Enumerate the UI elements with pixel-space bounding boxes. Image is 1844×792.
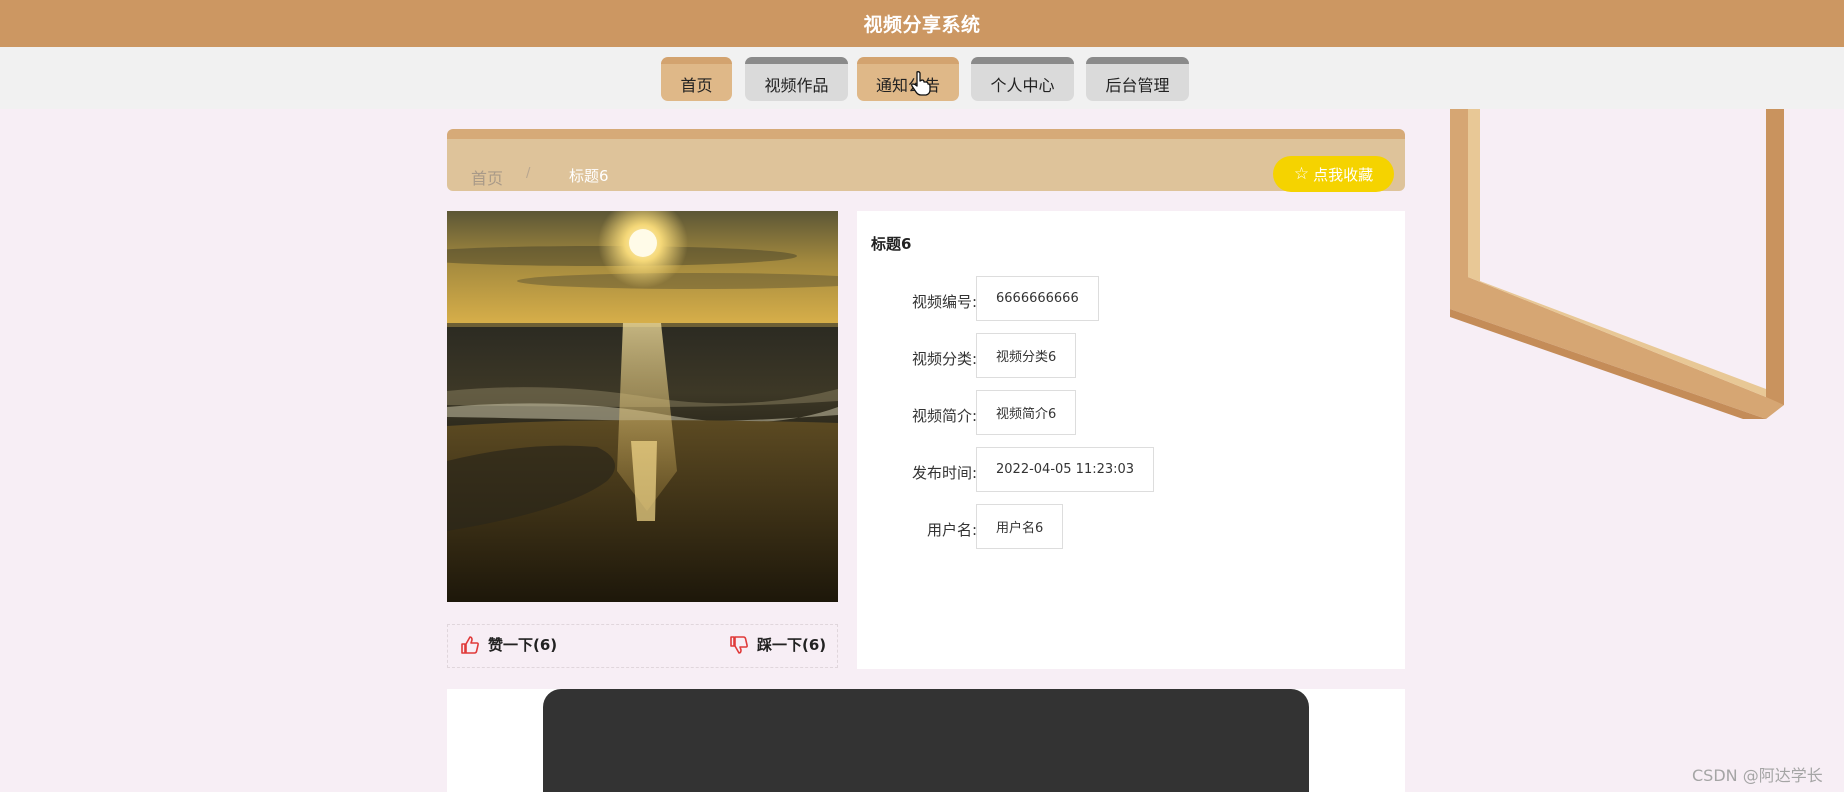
like-button[interactable]: 赞一下(6) <box>460 634 557 655</box>
collect-button-label: 点我收藏 <box>1313 165 1374 184</box>
field-value-intro: 视频简介6 <box>976 390 1077 435</box>
video-player[interactable] <box>543 689 1309 792</box>
nav-item-label: 视频作品 <box>764 75 829 95</box>
dislike-button[interactable]: 踩一下(6) <box>729 634 826 655</box>
video-cover-image <box>447 211 838 602</box>
thumbs-down-icon <box>730 635 748 654</box>
star-outline-icon: ☆ <box>1293 164 1310 184</box>
dislike-label: 踩一下(6) <box>757 636 827 654</box>
mouse-cursor-icon <box>911 71 931 96</box>
nav-item-label: 后台管理 <box>1105 75 1170 95</box>
field-value-video-id: 6666666666 <box>976 276 1099 321</box>
collect-button[interactable]: ☆ 点我收藏 <box>1273 156 1394 192</box>
field-value-category: 视频分类6 <box>976 333 1077 378</box>
video-detail-panel: 标题6 视频编号: 6666666666 视频分类: 视频分类6 视频简介: 视… <box>857 211 1405 669</box>
field-label-video-id: 视频编号: <box>911 293 977 311</box>
nav-item-notices[interactable]: 通知公告 <box>857 57 959 101</box>
site-title: 视频分享系统 <box>863 14 981 36</box>
breadcrumb-separator: / <box>526 166 531 181</box>
decorative-frame <box>1450 109 1784 419</box>
vote-bar: 赞一下(6) 踩一下(6) <box>447 624 838 668</box>
field-label-intro: 视频简介: <box>911 407 977 425</box>
nav-item-home[interactable]: 首页 <box>661 57 732 101</box>
breadcrumb-home-link[interactable]: 首页 <box>471 165 503 189</box>
field-label-username: 用户名: <box>926 521 977 539</box>
nav-item-videos[interactable]: 视频作品 <box>745 57 848 101</box>
site-header: 视频分享系统 <box>0 0 1844 47</box>
video-section <box>447 689 1405 792</box>
nav-item-label: 首页 <box>680 75 713 95</box>
nav-item-admin[interactable]: 后台管理 <box>1086 57 1189 101</box>
video-title: 标题6 <box>871 235 912 253</box>
field-value-username: 用户名6 <box>976 504 1064 549</box>
watermark: CSDN @阿达学长 <box>1692 766 1823 785</box>
nav-item-profile[interactable]: 个人中心 <box>971 57 1074 101</box>
like-label: 赞一下(6) <box>488 636 558 654</box>
field-label-publish-time: 发布时间: <box>911 464 977 482</box>
breadcrumb: 首页 / 标题6 ☆ 点我收藏 <box>447 129 1405 192</box>
field-value-publish-time: 2022-04-05 11:23:03 <box>976 447 1155 492</box>
nav-item-label: 个人中心 <box>990 75 1055 95</box>
thumbs-up-icon <box>461 635 479 654</box>
field-label-category: 视频分类: <box>911 350 977 368</box>
breadcrumb-current: 标题6 <box>569 167 609 185</box>
